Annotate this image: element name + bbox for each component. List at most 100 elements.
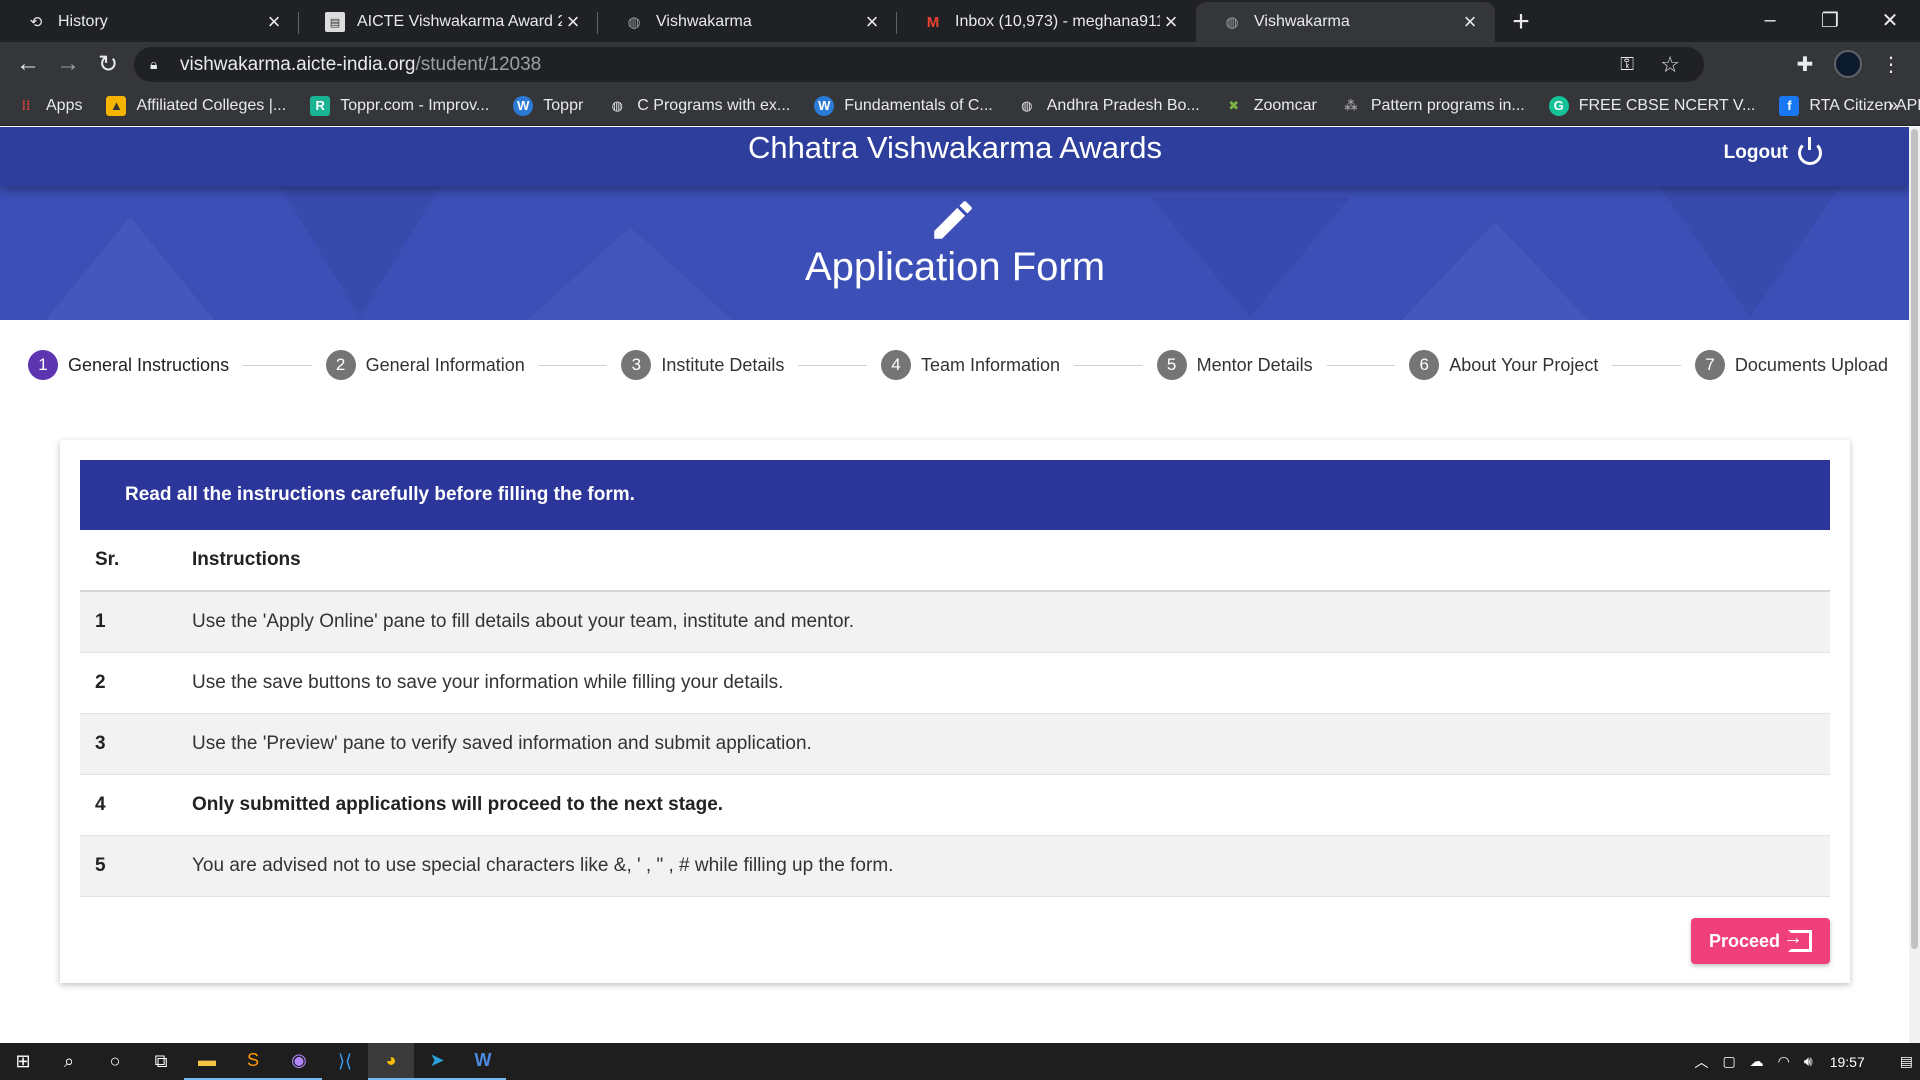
close-tab-icon[interactable]: ×: [861, 9, 883, 34]
app-icon[interactable]: ◉: [276, 1043, 322, 1080]
bookmark-item[interactable]: ✖ Zoomcar: [1224, 96, 1317, 116]
minimize-icon[interactable]: –: [1740, 0, 1800, 40]
profile-avatar[interactable]: [1834, 50, 1862, 78]
step-mentor-details[interactable]: 5 Mentor Details: [1156, 350, 1313, 380]
tab-title: Vishwakarma: [656, 13, 752, 30]
search-icon[interactable]: ⌕: [46, 1043, 92, 1080]
close-tab-icon[interactable]: ×: [562, 9, 584, 34]
row-sr: 2: [95, 672, 106, 693]
grammarly-icon: G: [1548, 95, 1569, 116]
step-label: General Instructions: [68, 354, 230, 375]
step-number: 1: [28, 350, 58, 380]
bookmark-label: Zoomcar: [1253, 96, 1317, 114]
close-tab-icon[interactable]: ×: [263, 9, 285, 34]
bookmark-item[interactable]: ◍ Andhra Pradesh Bo...: [1017, 96, 1200, 116]
bookmark-item[interactable]: W Toppr: [513, 95, 583, 116]
step-number: 5: [1156, 350, 1187, 380]
step-connector: [243, 364, 312, 366]
page-header: Chhatra Vishwakarma Awards Logout Applic…: [0, 127, 1910, 320]
cortana-icon[interactable]: ○: [92, 1043, 138, 1080]
step-label: Team Information: [920, 354, 1061, 375]
browser-tab-history[interactable]: ⟲ History ×: [0, 2, 299, 42]
chevron-up-icon[interactable]: ︿: [1694, 1052, 1708, 1072]
gmail-icon: M: [926, 13, 940, 31]
row-instruction: Only submitted applications will proceed…: [192, 794, 724, 815]
windows-start-icon[interactable]: ⊞: [0, 1043, 46, 1080]
bookmarks-bar: ⁞⁞ Apps ▲ Affiliated Colleges |... R Toppr.…: [0, 86, 1920, 126]
globe-icon: ◍: [611, 97, 623, 113]
new-tab-button[interactable]: +: [1501, 2, 1541, 42]
key-icon[interactable]: ⚿: [1620, 54, 1634, 75]
bookmark-item[interactable]: ⁂ Pattern programs in...: [1341, 96, 1525, 116]
table-row: 4 Only submitted applications will proce…: [80, 775, 1830, 836]
restore-icon[interactable]: ❐: [1800, 0, 1860, 40]
bookmark-item[interactable]: G FREE CBSE NCERT V...: [1548, 95, 1755, 116]
tab-title: Vishwakarma: [1254, 13, 1350, 30]
task-view-icon[interactable]: ⧉: [138, 1043, 184, 1080]
globe-icon: ◍: [1225, 14, 1239, 31]
wifi-icon[interactable]: ◠: [1778, 1053, 1790, 1070]
menu-icon[interactable]: ⋮: [1870, 44, 1912, 84]
close-tab-icon[interactable]: ×: [1160, 9, 1182, 34]
row-instruction: Use the 'Preview' pane to verify saved i…: [192, 733, 812, 754]
onedrive-icon[interactable]: ☁: [1750, 1053, 1764, 1070]
step-general-instructions[interactable]: 1 General Instructions: [28, 350, 229, 380]
apps-icon: ⁞⁞: [21, 98, 31, 113]
page-icon: ▤: [325, 12, 345, 32]
browser-tab-vishwakarma[interactable]: ◍ Vishwakarma ×: [598, 2, 897, 42]
zoomcar-icon: ✖: [1228, 97, 1240, 113]
word-icon[interactable]: W: [460, 1043, 506, 1080]
row-sr: 1: [95, 611, 106, 632]
page-scrollbar[interactable]: [1909, 127, 1920, 1043]
bookmark-item[interactable]: R Toppr.com - Improv...: [310, 95, 489, 116]
forward-icon[interactable]: →: [48, 44, 88, 84]
bookmark-item[interactable]: ▲ Affiliated Colleges |...: [106, 95, 287, 116]
notification-icon[interactable]: ▤: [1900, 1053, 1913, 1070]
back-icon[interactable]: ←: [8, 44, 48, 84]
volume-icon[interactable]: 🔊︎: [1804, 1053, 1813, 1070]
logout-button[interactable]: Logout: [1724, 137, 1822, 165]
proceed-button[interactable]: Proceed: [1691, 918, 1830, 964]
toolbar-actions: ✚ ⋮: [1784, 44, 1912, 84]
bookmark-label: Affiliated Colleges |...: [136, 96, 287, 114]
step-general-information[interactable]: 2 General Information: [325, 350, 525, 380]
file-explorer-icon[interactable]: ▬: [184, 1043, 230, 1080]
clock[interactable]: 19:57: [1830, 1054, 1865, 1070]
step-about-your-project[interactable]: 6 About Your Project: [1409, 350, 1598, 380]
bookmark-star-icon[interactable]: ☆: [1660, 52, 1680, 78]
telegram-icon[interactable]: ➤: [414, 1043, 460, 1080]
page-title: Application Form: [804, 245, 1106, 289]
browser-tab-aicte[interactable]: ▤ AICTE Vishwakarma Award 2020 ×: [299, 2, 598, 42]
meet-now-icon[interactable]: ▢: [1722, 1053, 1735, 1070]
step-number: 2: [325, 350, 356, 380]
more-bookmarks-icon[interactable]: »: [1888, 95, 1898, 116]
close-window-icon[interactable]: ✕: [1860, 0, 1920, 40]
browser-tab-active[interactable]: ◍ Vishwakarma ×: [1196, 2, 1495, 42]
bookmark-item[interactable]: ◍ C Programs with ex...: [607, 96, 791, 116]
reload-icon[interactable]: ↻: [88, 44, 128, 84]
scrollbar-thumb[interactable]: [1911, 129, 1918, 949]
row-sr: 4: [95, 794, 106, 815]
vscode-icon[interactable]: ⟩⟨: [322, 1043, 368, 1080]
top-navbar: Chhatra Vishwakarma Awards Logout: [0, 127, 1910, 186]
step-institute-details[interactable]: 3 Institute Details: [621, 350, 784, 380]
chrome-icon[interactable]: ◕: [368, 1043, 414, 1080]
college-icon: ▲: [106, 95, 127, 116]
bookmark-item[interactable]: W Fundamentals of C...: [814, 95, 993, 116]
window-controls: – ❐ ✕: [1740, 0, 1920, 40]
browser-toolbar: ← → ↻ 🔒︎ vishwakarma.aicte-india.org/stu…: [0, 42, 1920, 86]
address-bar[interactable]: 🔒︎ vishwakarma.aicte-india.org/student/1…: [134, 47, 1704, 82]
browser-tab-gmail[interactable]: M Inbox (10,973) - meghana9111@ ×: [897, 2, 1196, 42]
close-tab-icon[interactable]: ×: [1459, 9, 1481, 34]
bookmark-apps[interactable]: ⁞⁞ Apps: [16, 96, 83, 116]
extensions-icon[interactable]: ✚: [1784, 44, 1826, 84]
step-team-information[interactable]: 4 Team Information: [880, 350, 1061, 380]
windows-taskbar: ⊞ ⌕ ○ ⧉ ▬ S ◉ ⟩⟨ ◕ ➤ W ︿ ▢ ☁ ◠ 🔊︎ 19:57 …: [0, 1043, 1920, 1080]
bookmark-label: RTA Citizen APP: [1809, 96, 1920, 114]
table-row: 5 You are advised not to use special cha…: [80, 836, 1830, 897]
globe-icon: ◍: [1021, 97, 1033, 113]
bookmark-label: C Programs with ex...: [637, 96, 791, 114]
step-documents-upload[interactable]: 7 Documents Upload: [1694, 350, 1888, 380]
bookmark-item[interactable]: f RTA Citizen APP: [1779, 95, 1920, 116]
sublime-text-icon[interactable]: S: [230, 1043, 276, 1080]
